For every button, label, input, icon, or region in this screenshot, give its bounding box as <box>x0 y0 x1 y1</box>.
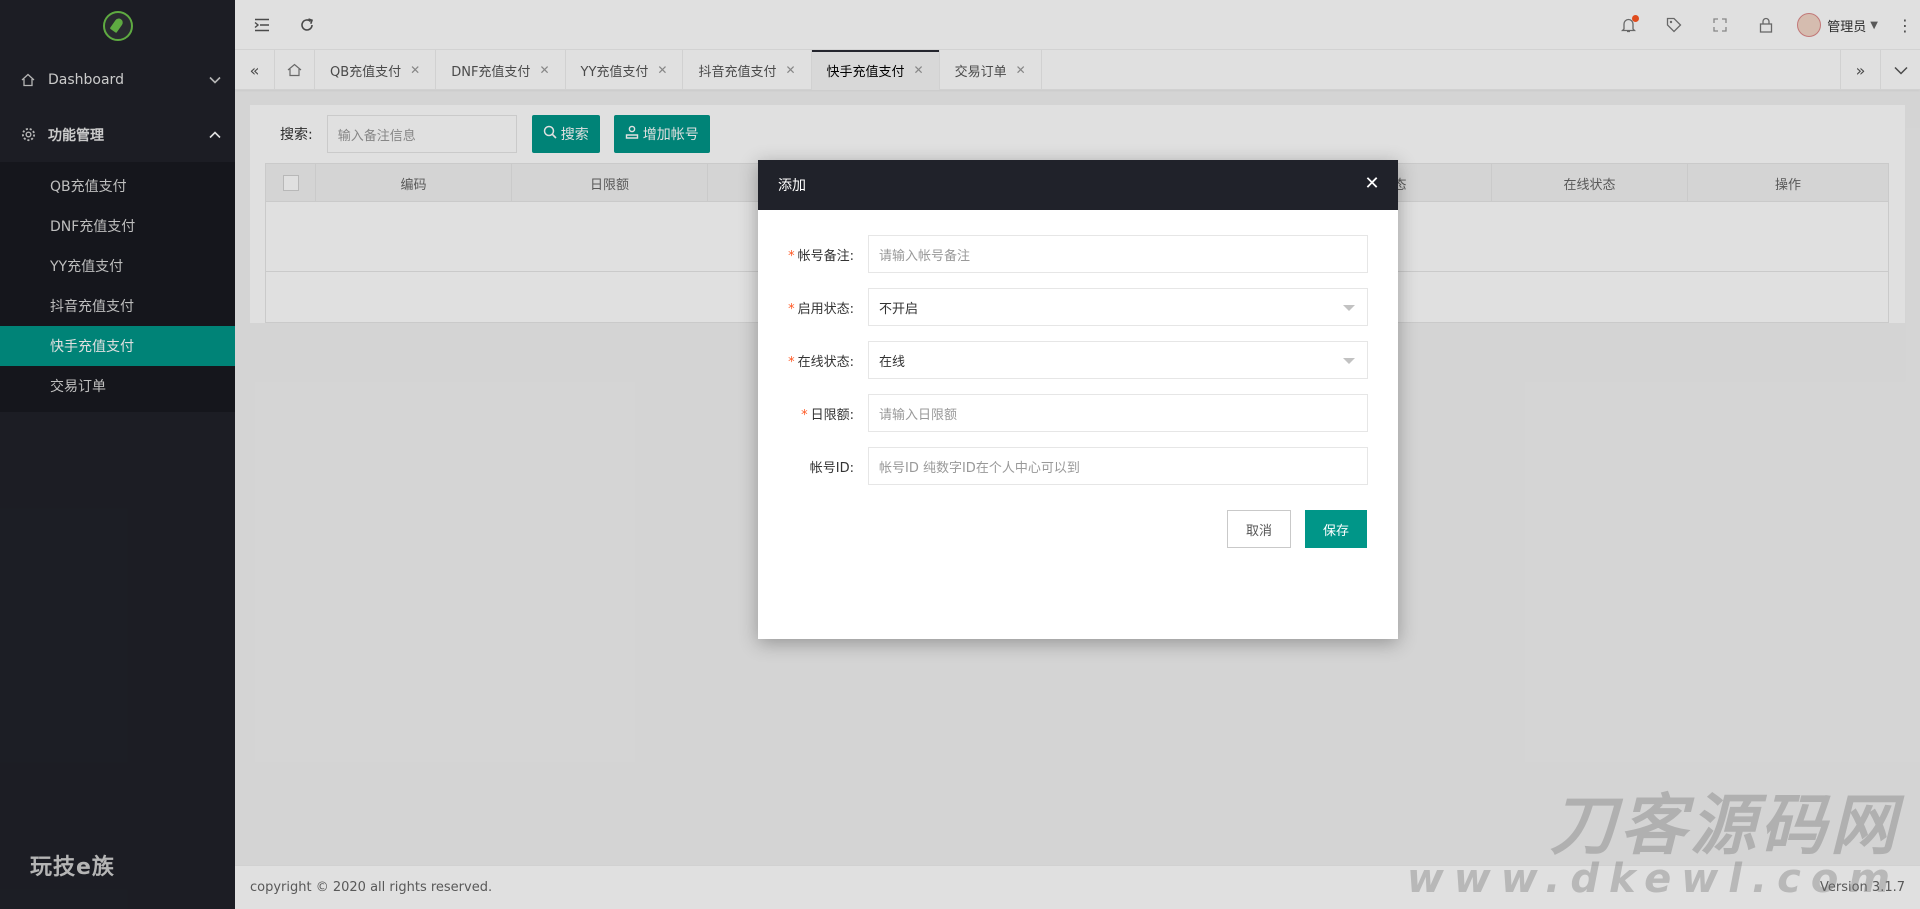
watermark-url: www.dkewl.com <box>1406 856 1900 902</box>
online-status-select[interactable]: 在线 <box>868 341 1368 379</box>
daily-limit-input[interactable]: 请输入日限额 <box>868 394 1368 432</box>
dialog-title: 添加 <box>778 178 806 194</box>
field-label: * 启用状态: <box>758 298 868 317</box>
field-label-text: 日限额: <box>810 407 854 423</box>
form-row-online-status: * 在线状态: 在线 <box>758 341 1398 379</box>
watermark: 刀客源码网 www.dkewl.com <box>1406 787 1900 902</box>
dialog-header: 添加 ✕ <box>758 160 1398 210</box>
form-row-enable-status: * 启用状态: 不开启 <box>758 288 1398 326</box>
required-mark: * <box>801 407 808 423</box>
select-value: 在线 <box>879 354 906 370</box>
add-account-dialog: 添加 ✕ * 帐号备注: 请输入帐号备注 * 启用状态: 不开启 * 在线状态: 在线… <box>758 160 1398 639</box>
field-label-text: 帐号备注: <box>797 248 854 264</box>
watermark-text: 刀客源码网 <box>1550 787 1900 864</box>
enable-status-select[interactable]: 不开启 <box>868 288 1368 326</box>
field-label: * 在线状态: <box>758 351 868 370</box>
form-row-account-id: 帐号ID: 帐号ID 纯数字ID在个人中心可以到 <box>758 447 1398 485</box>
required-mark: * <box>788 354 795 370</box>
add-account-form: * 帐号备注: 请输入帐号备注 * 启用状态: 不开启 * 在线状态: 在线 * 日限额… <box>758 235 1398 500</box>
select-value: 不开启 <box>879 301 919 317</box>
field-label-text: 启用状态: <box>797 301 854 317</box>
field-label: * 帐号备注: <box>758 245 868 264</box>
field-label: * 日限额: <box>758 404 868 423</box>
field-label: 帐号ID: <box>758 457 868 476</box>
close-icon[interactable]: ✕ <box>1362 175 1382 195</box>
account-note-input[interactable]: 请输入帐号备注 <box>868 235 1368 273</box>
cancel-button[interactable]: 取消 <box>1226 510 1291 548</box>
save-button[interactable]: 保存 <box>1304 510 1367 548</box>
dialog-actions: 取消 保存 <box>758 510 1367 548</box>
dropdown-arrow-icon <box>1343 358 1355 364</box>
form-row-account-note: * 帐号备注: 请输入帐号备注 <box>758 235 1398 273</box>
required-mark: * <box>788 301 795 317</box>
account-id-input[interactable]: 帐号ID 纯数字ID在个人中心可以到 <box>868 447 1368 485</box>
form-row-daily-limit: * 日限额: 请输入日限额 <box>758 394 1398 432</box>
field-label-text: 在线状态: <box>797 354 854 370</box>
dropdown-arrow-icon <box>1343 305 1355 311</box>
required-mark: * <box>788 248 795 264</box>
field-label-text: 帐号ID: <box>809 460 854 476</box>
